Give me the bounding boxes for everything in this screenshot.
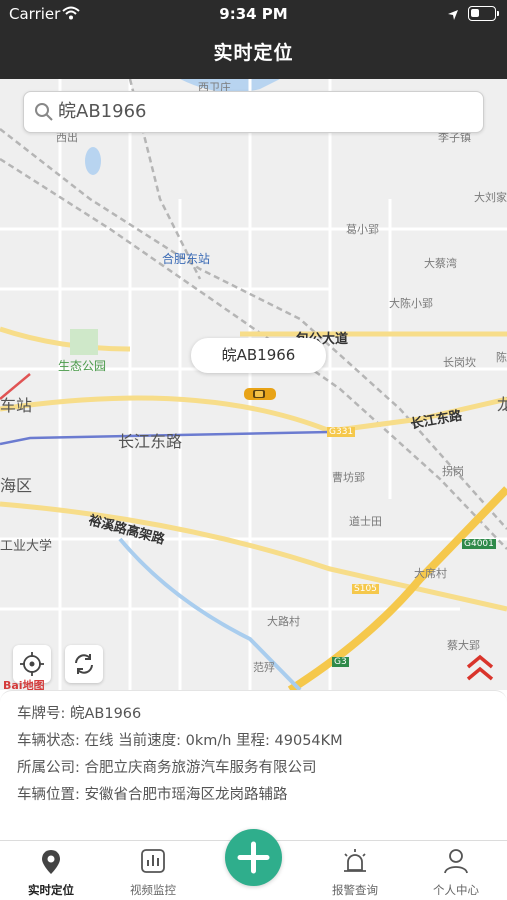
status-time: 9:34 PM [219,5,288,23]
road-shield: G331 [327,427,356,437]
map-label: 长江东路 [118,432,183,451]
location-arrow-icon [447,7,459,25]
road-shield: G3 [332,657,349,667]
map-label: 生态公园 [58,359,107,373]
map-label: 范殍 [253,661,275,674]
map-label: 大蔡湾 [424,257,457,270]
tab-label: 实时定位 [28,883,74,897]
map-label: 合肥东站 [162,252,211,266]
app-screen: Carrier 9:34 PM 实时定位 西卫庄 西出 李子镇 合肥东站 大刘家… [0,0,507,900]
map-label: 工业大学 [0,539,53,554]
map-label: 大陈小郢 [389,297,433,310]
alarm-siren-icon [344,849,366,872]
page-title: 实时定位 [213,42,294,64]
map-label: 车站 [0,396,33,415]
location-pin-icon [42,850,60,874]
tab-label: 个人中心 [433,883,479,897]
map-label: 葛小郢 [346,223,379,236]
map-label: 大路村 [267,615,300,628]
vehicle-location: 车辆位置: 安徽省合肥市瑶海区龙岗路辅路 [17,787,288,803]
map-label: 大席村 [414,567,447,580]
search-bar[interactable] [23,91,484,133]
add-button[interactable] [225,829,282,886]
tab-alarm-query[interactable]: 报警查询 [304,841,406,900]
road-shield: G4001 [462,539,496,549]
vehicle-marker-label[interactable]: 皖AB1966 [191,338,326,373]
crosshair-icon [20,652,44,676]
chart-icon [141,849,165,873]
vehicle-status: 车辆状态: 在线 当前速度: 0km/h 里程: 49054KM [17,733,343,749]
map-label: 陈 [496,351,507,364]
vehicle-info-panel: 车牌号: 皖AB1966 车辆状态: 在线 当前速度: 0km/h 里程: 49… [0,690,507,840]
battery-icon [468,6,500,21]
tab-personal-center[interactable]: 个人中心 [405,841,507,900]
refresh-button[interactable] [65,645,103,683]
map-label: 长岗坎 [443,356,476,369]
road-shield: S105 [352,584,379,594]
tab-realtime-location[interactable]: 实时定位 [0,841,102,900]
tab-label: 视频监控 [130,883,176,897]
map-label: 龙 [497,395,507,414]
map-label: 道士田 [349,515,382,528]
vehicle-company: 所属公司: 合肥立庆商务旅游汽车服务有限公司 [17,760,317,776]
map-label: 大刘家 [474,191,507,204]
plus-icon [237,841,270,874]
map-label: 蔡大郢 [447,639,480,652]
person-icon [444,849,468,874]
refresh-icon [75,654,93,674]
map-label: 海区 [0,476,33,495]
status-bar: Carrier 9:34 PM [0,0,507,28]
tab-label: 报警查询 [332,883,378,897]
map-label: 曹坊郢 [332,471,365,484]
map-label: 拐岗 [442,465,464,478]
tab-video-monitor[interactable]: 视频监控 [102,841,204,900]
baidu-map-logo: Bai地图 [3,679,45,690]
search-input[interactable] [58,92,478,132]
plate-number: 车牌号: 皖AB1966 [17,706,142,722]
top-bar: Carrier 9:34 PM 实时定位 [0,0,507,79]
map-view[interactable]: 西卫庄 西出 李子镇 合肥东站 大刘家 葛小郢 大蔡湾 大陈小郢 包公大道 生态… [0,79,507,690]
